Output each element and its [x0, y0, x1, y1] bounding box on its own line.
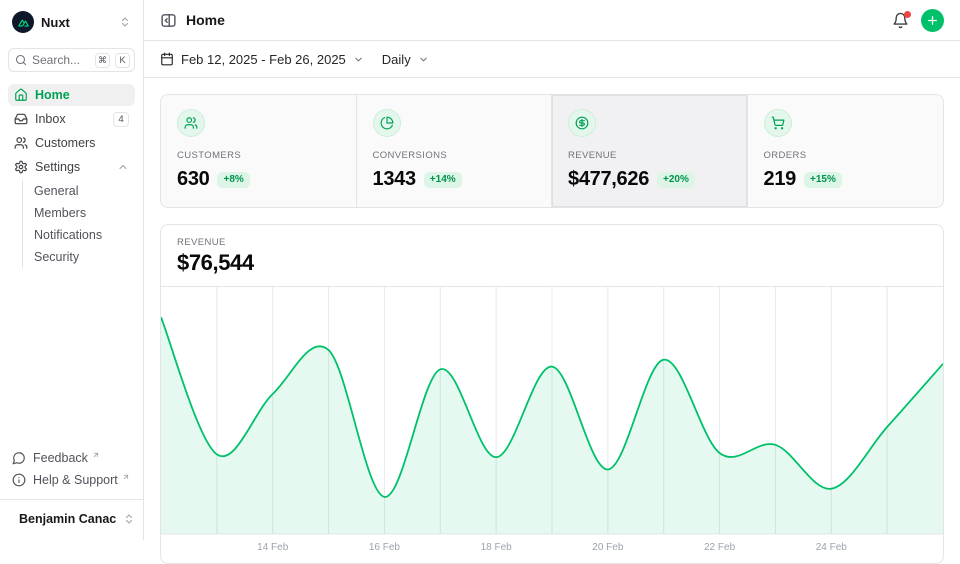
- stat-card-revenue[interactable]: REVENUE $477,626 +20%: [552, 95, 748, 207]
- user-menu[interactable]: Benjamin Canac: [0, 499, 143, 532]
- sidebar: Nuxt Search... ⌘ K Home Inbox 4 Customer…: [0, 0, 144, 540]
- stat-value: $477,626: [568, 168, 649, 191]
- user-name: Benjamin Canac: [19, 512, 116, 526]
- stat-value: 219: [764, 168, 796, 191]
- home-icon: [14, 88, 28, 102]
- chart-metric-value: $76,544: [177, 250, 927, 276]
- chevrons-up-down-icon: [123, 513, 135, 525]
- add-button[interactable]: [921, 9, 944, 32]
- date-range-picker[interactable]: Feb 12, 2025 - Feb 26, 2025: [160, 52, 364, 67]
- info-circle-icon: [12, 473, 26, 487]
- sidebar-item-label: Settings: [35, 160, 110, 174]
- panel-left-close-icon: [160, 12, 177, 29]
- stat-card-conversions[interactable]: CONVERSIONS 1343 +14%: [357, 95, 553, 207]
- sidebar-collapse-button[interactable]: [160, 12, 177, 29]
- footer-link-label: Feedback: [33, 451, 88, 465]
- top-header: Home: [144, 0, 960, 41]
- workspace-name: Nuxt: [41, 15, 112, 30]
- inbox-count-badge: 4: [113, 112, 129, 127]
- svg-text:14 Feb: 14 Feb: [257, 542, 289, 553]
- sidebar-nav: Home Inbox 4 Customers Settings General …: [8, 84, 135, 268]
- search-placeholder: Search...: [32, 53, 90, 67]
- interval-value: Daily: [382, 52, 411, 67]
- chart-metric-label: REVENUE: [177, 237, 927, 248]
- chart-header: REVENUE $76,544: [161, 225, 943, 287]
- users-icon: [177, 109, 205, 137]
- workspace-switcher[interactable]: Nuxt: [8, 10, 135, 34]
- calendar-icon: [160, 52, 174, 66]
- stat-delta-badge: +8%: [217, 172, 249, 188]
- feedback-link[interactable]: Feedback: [8, 447, 135, 469]
- filters-toolbar: Feb 12, 2025 - Feb 26, 2025 Daily: [144, 41, 960, 78]
- kbd-cmd: ⌘: [95, 53, 110, 68]
- stat-label: ORDERS: [764, 150, 928, 161]
- svg-text:20 Feb: 20 Feb: [592, 542, 624, 553]
- dashboard-content: CUSTOMERS 630 +8% CONVERSIONS 1343 +14%: [144, 78, 960, 540]
- sidebar-item-inbox[interactable]: Inbox 4: [8, 108, 135, 130]
- sidebar-item-home[interactable]: Home: [8, 84, 135, 106]
- header-actions: [892, 9, 944, 32]
- pie-chart-icon: [373, 109, 401, 137]
- chevron-up-icon: [117, 161, 129, 173]
- sidebar-item-customers[interactable]: Customers: [8, 132, 135, 154]
- arrow-up-right-icon: [92, 451, 100, 459]
- revenue-area-chart[interactable]: 14 Feb 16 Feb 18 Feb 20 Feb 22 Feb 24 Feb: [161, 287, 943, 557]
- chevron-down-icon: [418, 54, 429, 65]
- shopping-cart-icon: [764, 109, 792, 137]
- chevrons-up-down-icon: [119, 16, 131, 28]
- stat-label: CONVERSIONS: [373, 150, 536, 161]
- stat-label: REVENUE: [568, 150, 731, 161]
- sidebar-subitem-security[interactable]: Security: [34, 246, 135, 268]
- page-title: Home: [186, 12, 225, 28]
- search-input[interactable]: Search... ⌘ K: [8, 48, 135, 72]
- sidebar-item-label: Home: [35, 88, 129, 102]
- stat-card-orders[interactable]: ORDERS 219 +15%: [748, 95, 944, 207]
- stat-card-customers[interactable]: CUSTOMERS 630 +8%: [161, 95, 357, 207]
- stat-value: 630: [177, 168, 209, 191]
- sidebar-subitem-label: Notifications: [34, 228, 102, 242]
- notifications-button[interactable]: [892, 12, 909, 29]
- nuxt-logo-icon: [12, 11, 34, 33]
- help-support-link[interactable]: Help & Support: [8, 469, 135, 491]
- stat-delta-badge: +20%: [657, 172, 695, 188]
- settings-submenu: General Members Notifications Security: [22, 180, 135, 268]
- main-panel: Home Feb 12, 2025 - Feb 26, 2025 Daily: [144, 0, 960, 540]
- date-range-value: Feb 12, 2025 - Feb 26, 2025: [181, 52, 346, 67]
- sidebar-subitem-general[interactable]: General: [34, 180, 135, 202]
- sidebar-subitem-notifications[interactable]: Notifications: [34, 224, 135, 246]
- svg-text:16 Feb: 16 Feb: [369, 542, 401, 553]
- sidebar-spacer: [8, 268, 135, 447]
- sidebar-item-label: Inbox: [35, 112, 106, 126]
- chevron-down-icon: [353, 54, 364, 65]
- stat-label: CUSTOMERS: [177, 150, 340, 161]
- plus-icon: [926, 14, 939, 27]
- stat-delta-badge: +14%: [424, 172, 462, 188]
- sidebar-subitem-label: General: [34, 184, 78, 198]
- users-icon: [14, 136, 28, 150]
- circle-dollar-icon: [568, 109, 596, 137]
- svg-text:24 Feb: 24 Feb: [816, 542, 848, 553]
- stat-value: 1343: [373, 168, 416, 191]
- svg-text:18 Feb: 18 Feb: [481, 542, 513, 553]
- sidebar-subitem-members[interactable]: Members: [34, 202, 135, 224]
- stat-delta-badge: +15%: [804, 172, 842, 188]
- message-circle-icon: [12, 451, 26, 465]
- search-icon: [15, 54, 27, 66]
- sidebar-subitem-label: Security: [34, 250, 79, 264]
- footer-link-label: Help & Support: [33, 473, 118, 487]
- svg-text:22 Feb: 22 Feb: [704, 542, 736, 553]
- sidebar-subitem-label: Members: [34, 206, 86, 220]
- stats-row: CUSTOMERS 630 +8% CONVERSIONS 1343 +14%: [160, 94, 944, 208]
- inbox-icon: [14, 112, 28, 126]
- gear-icon: [14, 160, 28, 174]
- kbd-k: K: [115, 53, 130, 68]
- sidebar-item-label: Customers: [35, 136, 129, 150]
- interval-select[interactable]: Daily: [382, 52, 429, 67]
- revenue-chart-card: REVENUE $76,544 14 Feb 16 Feb 18 Feb 20 Feb…: [160, 224, 944, 564]
- sidebar-item-settings[interactable]: Settings: [8, 156, 135, 178]
- notification-dot: [904, 11, 911, 18]
- arrow-up-right-icon: [122, 473, 130, 481]
